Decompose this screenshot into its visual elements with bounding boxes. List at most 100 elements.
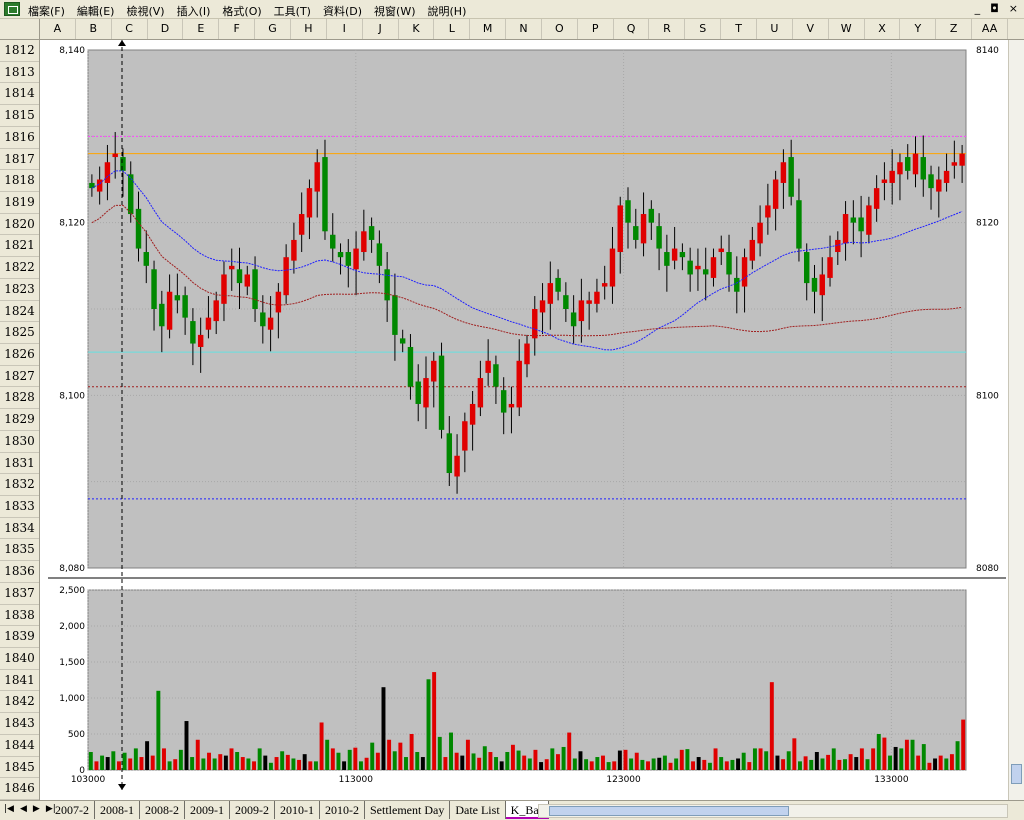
row-header-1816[interactable]: 1816	[0, 127, 39, 149]
horizontal-scroll-thumb[interactable]	[549, 806, 789, 816]
vertical-scrollbar[interactable]	[1008, 40, 1024, 800]
row-header-1835[interactable]: 1835	[0, 539, 39, 562]
row-header-1820[interactable]: 1820	[0, 214, 39, 236]
column-header-u[interactable]: U	[757, 19, 793, 39]
close-button[interactable]: ×	[1009, 2, 1018, 15]
column-header-n[interactable]: N	[506, 19, 542, 39]
candle-body	[734, 277, 740, 292]
row-header-1843[interactable]: 1843	[0, 713, 39, 735]
row-header-1841[interactable]: 1841	[0, 670, 39, 692]
row-header-1822[interactable]: 1822	[0, 257, 39, 279]
menu-window[interactable]: 視窗(W)	[374, 3, 415, 19]
column-header-s[interactable]: S	[685, 19, 722, 39]
volume-bar	[398, 742, 403, 770]
sheet-tab-2009-2[interactable]: 2009-2	[230, 801, 275, 819]
menu-file[interactable]: 檔案(F)	[28, 3, 65, 19]
sheet-tab-2007-2[interactable]: 2007-2	[50, 801, 95, 819]
menu-edit[interactable]: 編輯(E)	[77, 3, 115, 19]
sheet-tab-2010-2[interactable]: 2010-2	[320, 801, 365, 819]
row-header-1813[interactable]: 1813	[0, 62, 39, 84]
menu-data[interactable]: 資料(D)	[323, 3, 362, 19]
column-header-b[interactable]: B	[76, 19, 112, 39]
row-header-1826[interactable]: 1826	[0, 344, 39, 366]
row-header-1819[interactable]: 1819	[0, 192, 39, 214]
column-header-d[interactable]: D	[148, 19, 184, 39]
row-header-1838[interactable]: 1838	[0, 605, 39, 627]
select-all-corner[interactable]	[0, 19, 40, 39]
row-header-1824[interactable]: 1824	[0, 301, 39, 323]
column-header-v[interactable]: V	[793, 19, 829, 39]
row-header-1834[interactable]: 1834	[0, 518, 39, 540]
column-header-c[interactable]: C	[112, 19, 148, 39]
row-header-1844[interactable]: 1844	[0, 735, 39, 757]
column-header-w[interactable]: W	[829, 19, 865, 39]
row-header-1827[interactable]: 1827	[0, 366, 39, 388]
row-header-1839[interactable]: 1839	[0, 626, 39, 648]
horizontal-scrollbar[interactable]	[538, 804, 1008, 818]
excel-app-icon[interactable]	[4, 2, 20, 16]
candle-body	[477, 378, 484, 408]
column-header-j[interactable]: J	[363, 19, 399, 39]
sheet-tab-date-list[interactable]: Date List	[450, 801, 506, 819]
sheet-tab-2008-1[interactable]: 2008-1	[95, 801, 140, 819]
row-header-1818[interactable]: 1818	[0, 170, 39, 192]
column-header-h[interactable]: H	[291, 19, 327, 39]
row-header-1842[interactable]: 1842	[0, 691, 39, 714]
volume-bar	[803, 756, 808, 770]
column-header-q[interactable]: Q	[614, 19, 650, 39]
row-header-1812[interactable]: 1812	[0, 40, 39, 62]
sheet-tab-settlement-day[interactable]: Settlement Day	[365, 801, 451, 819]
menu-help[interactable]: 說明(H)	[428, 3, 467, 19]
row-header-1815[interactable]: 1815	[0, 105, 39, 127]
column-header-k[interactable]: K	[399, 19, 435, 39]
row-header-1831[interactable]: 1831	[0, 453, 39, 475]
row-header-1825[interactable]: 1825	[0, 322, 39, 344]
candle-body	[174, 295, 181, 301]
column-header-o[interactable]: O	[542, 19, 578, 39]
column-header-y[interactable]: Y	[900, 19, 937, 39]
column-header-p[interactable]: P	[578, 19, 614, 39]
column-header-f[interactable]: F	[219, 19, 256, 39]
column-header-e[interactable]: E	[183, 19, 220, 39]
row-header-1833[interactable]: 1833	[0, 496, 39, 518]
column-header-x[interactable]: X	[865, 19, 901, 39]
column-header-m[interactable]: M	[470, 19, 507, 39]
column-header-i[interactable]: I	[327, 19, 363, 39]
vertical-scroll-thumb[interactable]	[1011, 764, 1022, 784]
menu-tools[interactable]: 工具(T)	[274, 3, 311, 19]
restore-button[interactable]: ◘	[990, 2, 999, 15]
column-header-r[interactable]: R	[649, 19, 686, 39]
menu-view[interactable]: 檢視(V)	[126, 3, 164, 19]
row-header-1830[interactable]: 1830	[0, 431, 39, 453]
row-header-1823[interactable]: 1823	[0, 279, 39, 301]
sheet-tab-2010-1[interactable]: 2010-1	[275, 801, 320, 819]
sheet-tab-2009-1[interactable]: 2009-1	[185, 801, 230, 819]
sheet-tab-2008-2[interactable]: 2008-2	[140, 801, 185, 819]
row-header-1837[interactable]: 1837	[0, 583, 39, 605]
row-header-1836[interactable]: 1836	[0, 561, 39, 583]
row-header-1846[interactable]: 1846	[0, 778, 39, 800]
next-sheet-icon[interactable]: ▶	[33, 804, 40, 814]
menu-format[interactable]: 格式(O)	[222, 3, 261, 19]
row-header-1829[interactable]: 1829	[0, 409, 39, 431]
minimize-button[interactable]: _	[975, 2, 981, 15]
prev-sheet-icon[interactable]: ◀	[20, 804, 27, 814]
row-header-1845[interactable]: 1845	[0, 757, 39, 779]
row-header-1817[interactable]: 1817	[0, 149, 39, 171]
row-header-1832[interactable]: 1832	[0, 474, 39, 496]
menu-insert[interactable]: 插入(I)	[177, 3, 211, 19]
row-header-1821[interactable]: 1821	[0, 235, 39, 258]
column-header-a[interactable]: A	[40, 19, 76, 39]
candle-body	[384, 269, 390, 301]
column-header-aa[interactable]: AA	[972, 19, 1008, 39]
k-bar-chart[interactable]: 8,140 8,120 8,100 8,080 8140 8120 8100 8080 2,50…	[40, 40, 1008, 800]
column-header-z[interactable]: Z	[936, 19, 973, 39]
column-header-g[interactable]: G	[255, 19, 291, 39]
row-header-1840[interactable]: 1840	[0, 648, 39, 670]
candle-body	[539, 300, 546, 313]
column-header-l[interactable]: L	[434, 19, 471, 39]
first-sheet-icon[interactable]: |◀	[4, 804, 14, 814]
row-header-1814[interactable]: 1814	[0, 83, 39, 106]
column-header-t[interactable]: T	[721, 19, 758, 39]
row-header-1828[interactable]: 1828	[0, 387, 39, 410]
